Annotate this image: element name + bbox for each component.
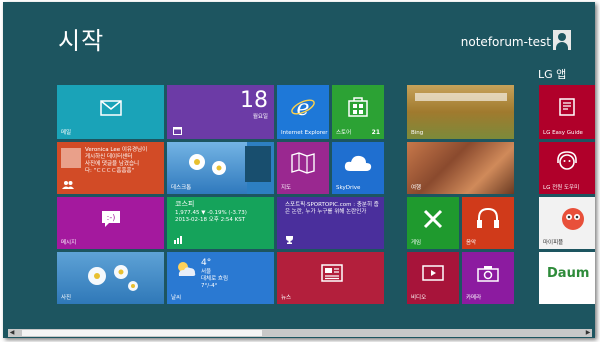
- tile-label: 뉴스: [281, 295, 292, 301]
- tile-mail[interactable]: 메일: [57, 85, 164, 139]
- people-icon: [62, 181, 74, 189]
- tile-label: 사진: [61, 295, 72, 301]
- tile-label: SkyDrive: [336, 185, 361, 191]
- tile-sports[interactable]: 스포트픽·SPORTOPIC.com : 충분히 줍은 논란, 누가 누구를 위…: [277, 197, 384, 249]
- desktop-window-preview: [245, 146, 271, 182]
- tile-desktop[interactable]: 데스크톱: [167, 142, 274, 194]
- tile-news[interactable]: 뉴스: [277, 252, 384, 304]
- weather-city: 서울: [201, 269, 212, 275]
- tile-internet-explorer[interactable]: e Internet Explorer: [277, 85, 329, 139]
- weather-temp: 4°: [201, 258, 212, 268]
- store-bag-icon: [348, 97, 368, 117]
- video-icon: [422, 265, 444, 281]
- finance-date: 2013-02-18 오후 2:54 KST: [175, 217, 246, 223]
- tile-photos[interactable]: 사진: [57, 252, 164, 304]
- tile-messaging[interactable]: :-) 메시지: [57, 197, 164, 249]
- headphones-icon: [477, 207, 499, 228]
- weather-range: 7°/-4°: [201, 283, 218, 289]
- sports-headline: 스포트픽·SPORTOPIC.com : 충분히 줍은 논란, 누가 누구를 위…: [285, 202, 379, 215]
- tile-daum[interactable]: Daum: [539, 252, 595, 304]
- group-label-lg: LG 앱: [538, 68, 567, 81]
- user-name[interactable]: noteforum-test: [461, 35, 551, 49]
- tile-label: 스토어: [336, 130, 352, 136]
- tile-games[interactable]: 게임: [407, 197, 459, 249]
- weather-condition: 대체로 흐림: [201, 276, 229, 282]
- tile-label: 메일: [61, 130, 72, 136]
- svg-text:e: e: [296, 96, 309, 119]
- cloud-sun-icon: [178, 262, 196, 276]
- tile-label: 여행: [411, 185, 422, 191]
- book-icon: [559, 98, 575, 116]
- map-icon: [291, 152, 315, 174]
- daisy-image: [88, 265, 138, 291]
- contact-photo: [61, 148, 81, 168]
- tile-calendar[interactable]: 18 월요일: [167, 85, 274, 139]
- bing-search-box: [415, 93, 507, 101]
- ie-icon: e: [291, 96, 315, 119]
- people-line-4: 다: "ㄷㄷㄷㄷ흠흠흠": [85, 168, 135, 174]
- tile-camera[interactable]: 카메라: [462, 252, 514, 304]
- tile-lg-easy-guide[interactable]: LG Easy Guide: [539, 85, 595, 139]
- tile-label: 지도: [281, 185, 292, 191]
- tile-mypeople[interactable]: 마이피플: [539, 197, 595, 249]
- svg-text::-): :-): [107, 213, 116, 222]
- avatar[interactable]: [553, 30, 571, 50]
- people-line-3: 사진에 댓글을 남겼습니: [85, 161, 140, 167]
- trophy-icon: [286, 236, 293, 244]
- camera-icon: [477, 266, 499, 282]
- tile-label: 마이피플: [543, 240, 564, 246]
- travel-photo: [407, 142, 514, 194]
- tile-label: 카메라: [466, 295, 482, 301]
- tile-maps[interactable]: 지도: [277, 142, 329, 194]
- tile-label: 메시지: [61, 240, 77, 246]
- news-icon: [321, 264, 343, 282]
- chat-smile-icon: :-): [102, 211, 120, 227]
- tile-finance[interactable]: 코스피 1,977.45 ▼ -0.19% (-3.73) 2013-02-18…: [167, 197, 274, 249]
- tile-label: 데스크톱: [171, 185, 192, 191]
- tile-skydrive[interactable]: SkyDrive: [332, 142, 384, 194]
- mail-icon: [100, 100, 122, 116]
- calendar-icon: [173, 127, 182, 135]
- tile-travel[interactable]: 여행: [407, 142, 514, 194]
- chart-icon: [174, 236, 182, 244]
- tile-label: LG Easy Guide: [543, 130, 583, 136]
- tile-label: Internet Explorer: [281, 130, 328, 136]
- tile-bing[interactable]: Bing: [407, 85, 514, 139]
- daum-logo: Daum: [547, 266, 590, 281]
- tile-music[interactable]: 음악: [462, 197, 514, 249]
- xbox-icon: [423, 209, 443, 229]
- scrollbar-thumb[interactable]: [22, 330, 262, 336]
- horizontal-scrollbar[interactable]: ◀ ▶: [8, 329, 592, 337]
- tile-lg-support[interactable]: LG 전원 도우미: [539, 142, 595, 194]
- tile-people[interactable]: Veronica Lee 이유경님이 게시하신 데이터센터 사진에 댓글을 남겼…: [57, 142, 164, 194]
- tile-label: LG 전원 도우미: [543, 185, 580, 191]
- cloud-icon: [344, 155, 372, 171]
- people-line-1: Veronica Lee 이유경님이: [85, 147, 148, 153]
- start-screen: 시작 noteforum-test LG 앱 메일 Veronica Lee 이…: [3, 2, 595, 338]
- store-badge: 21: [371, 129, 380, 136]
- daisy-image: [189, 154, 226, 175]
- page-title: 시작: [58, 27, 105, 55]
- scroll-left-arrow-icon[interactable]: ◀: [8, 329, 16, 337]
- tile-label: Bing: [411, 130, 424, 136]
- tile-label: 게임: [411, 240, 422, 246]
- tile-video[interactable]: 비디오: [407, 252, 459, 304]
- finance-index: 코스피: [175, 200, 195, 208]
- mypeople-logo: [562, 208, 584, 230]
- tile-weather[interactable]: 4° 서울 대체로 흐림 7°/-4° 날씨: [167, 252, 274, 304]
- support-agent-icon: [557, 151, 577, 170]
- finance-value: 1,977.45 ▼ -0.19% (-3.73): [175, 210, 247, 216]
- calendar-weekday: 월요일: [252, 114, 268, 120]
- people-line-2: 게시하신 데이터센터: [85, 154, 133, 160]
- tile-store[interactable]: 스토어 21: [332, 85, 384, 139]
- scroll-right-arrow-icon[interactable]: ▶: [584, 329, 592, 337]
- tile-label: 날씨: [171, 295, 182, 301]
- tile-label: 비디오: [411, 295, 427, 301]
- tile-label: 음악: [466, 240, 477, 246]
- calendar-date: 18: [240, 88, 268, 113]
